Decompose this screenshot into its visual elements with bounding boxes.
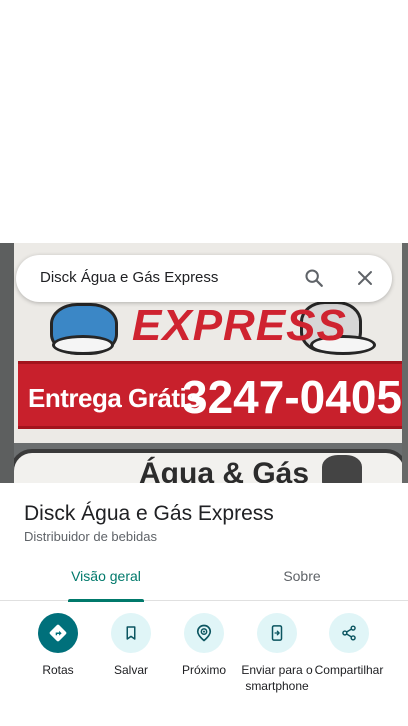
- send-to-phone-label: Enviar para o smartphone: [241, 663, 313, 693]
- sign-express-text: EXPRESS: [132, 301, 347, 350]
- send-to-phone-icon: [257, 613, 297, 653]
- sign-red-bar: Entrega Grátis 3247-0405: [18, 361, 407, 429]
- place-title: Disck Água e Gás Express: [24, 502, 274, 525]
- tab-about-label: Sobre: [283, 568, 321, 584]
- search-bar[interactable]: Disck Água e Gás Express: [16, 255, 392, 302]
- send-to-phone-button[interactable]: Enviar para o smartphone: [238, 613, 316, 694]
- sign-entrega-text: Entrega Grátis: [28, 383, 201, 413]
- map-area-blank: [0, 0, 408, 243]
- nearby-label: Próximo: [181, 663, 226, 677]
- share-button[interactable]: Compartilhar: [310, 613, 388, 678]
- lower-sign: Água & Gás: [10, 449, 408, 483]
- search-query[interactable]: Disck Água e Gás Express: [40, 269, 218, 286]
- place-category: Distribuidor de bebidas: [24, 529, 157, 544]
- photo-frame-right: [402, 243, 408, 483]
- action-buttons: Rotas Salvar Próximo Enviar para o smart…: [0, 613, 408, 723]
- tab-bar: Visão geral Sobre: [0, 567, 408, 602]
- bookmark-icon: [111, 613, 151, 653]
- save-label: Salvar: [113, 663, 148, 677]
- mascot-left-feet: [52, 335, 114, 355]
- sign-lower-text: Água & Gás: [139, 457, 310, 483]
- tab-overview[interactable]: Visão geral: [60, 567, 152, 602]
- directions-label: Rotas: [42, 663, 74, 677]
- directions-icon: [38, 613, 78, 653]
- place-details-sheet: Disck Água e Gás Express Distribuidor de…: [0, 483, 408, 726]
- close-icon[interactable]: [351, 264, 379, 292]
- share-label: Compartilhar: [314, 663, 384, 677]
- directions-button[interactable]: Rotas: [19, 613, 97, 678]
- active-tab-indicator: [68, 599, 144, 602]
- sign-phone-text: 3247-0405: [182, 371, 402, 423]
- share-icon: [329, 613, 369, 653]
- save-button[interactable]: Salvar: [92, 613, 170, 678]
- gas-tank-icon: [322, 455, 362, 483]
- search-icon[interactable]: [300, 264, 328, 292]
- photo-frame-left: [0, 243, 14, 483]
- nearby-icon: [184, 613, 224, 653]
- tab-about[interactable]: Sobre: [260, 567, 344, 601]
- nearby-button[interactable]: Próximo: [165, 613, 243, 678]
- tab-overview-label: Visão geral: [71, 568, 141, 584]
